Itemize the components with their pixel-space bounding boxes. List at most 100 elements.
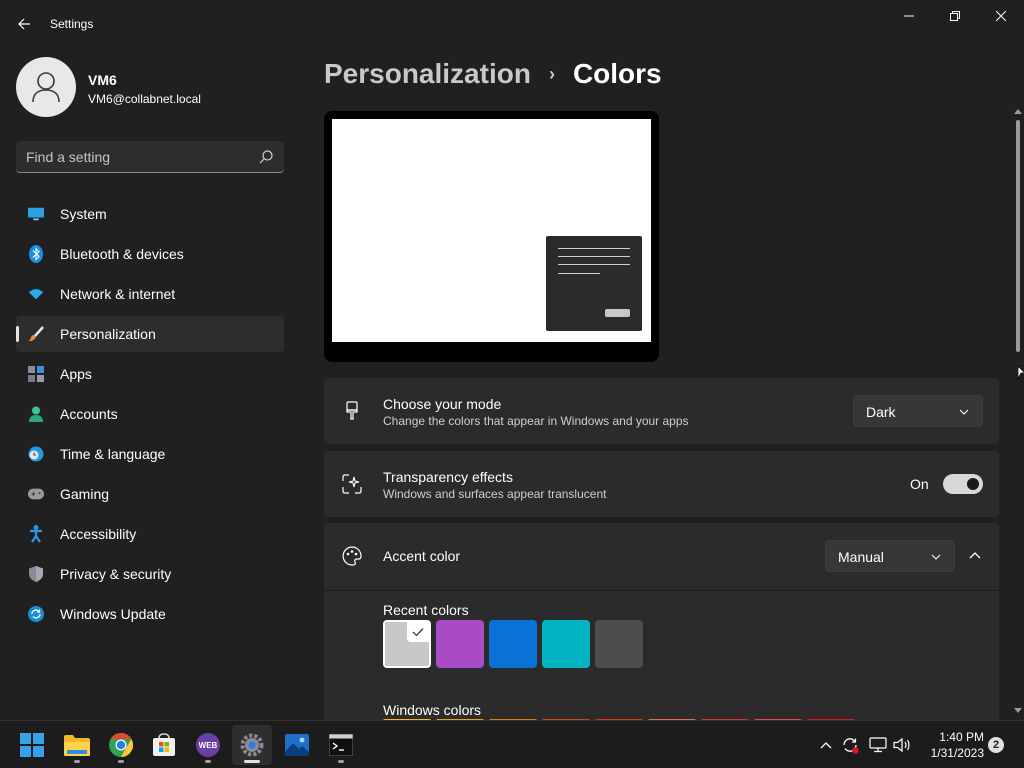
app-title: Settings [50, 17, 94, 31]
transparency-toggle[interactable] [943, 474, 983, 494]
sidebar-item-accessibility[interactable]: Accessibility [16, 516, 284, 552]
sidebar-item-label: Personalization [60, 326, 156, 342]
sidebar-item-accounts[interactable]: Accounts [16, 396, 284, 432]
scrollbar[interactable] [1012, 108, 1024, 720]
restore-button[interactable] [932, 0, 978, 32]
accent-expanded-body: Recent colors Windows colors [324, 590, 999, 721]
folder-icon [64, 735, 90, 756]
taskbar-chrome[interactable] [101, 725, 141, 765]
taskbar-settings[interactable] [232, 725, 272, 765]
taskbar-terminal[interactable] [321, 725, 361, 765]
apps-icon [28, 366, 44, 382]
collapse-button[interactable] [959, 540, 991, 572]
store-icon [153, 733, 175, 756]
minimize-icon [904, 15, 914, 17]
taskbar-webex[interactable]: WEB [188, 725, 228, 765]
taskbar: WEB 1:40 PM 1/31/2023 2 [0, 720, 1024, 768]
accent-value: Manual [838, 549, 884, 565]
restore-icon [950, 11, 960, 21]
accent-title: Accent color [383, 548, 461, 564]
transparency-card: Transparency effects Windows and surface… [324, 451, 999, 517]
taskbar-file-explorer[interactable] [57, 725, 97, 765]
terminal-icon [329, 734, 353, 756]
sidebar-item-time-language[interactable]: Time & language [16, 436, 284, 472]
gear-icon [240, 733, 264, 757]
mode-description: Change the colors that appear in Windows… [383, 414, 689, 428]
chevron-right-icon: › [548, 63, 555, 84]
sidebar-item-label: Privacy & security [60, 566, 172, 582]
sidebar-item-windows-update[interactable]: Windows Update [16, 596, 284, 632]
transparency-description: Windows and surfaces appear translucent [383, 487, 607, 501]
paintbrush-icon [28, 326, 44, 342]
network-icon[interactable] [868, 735, 888, 755]
sidebar-item-label: Windows Update [60, 606, 166, 622]
volume-icon[interactable] [892, 735, 912, 755]
palette-icon [342, 546, 362, 566]
person-icon [28, 406, 44, 422]
photos-icon [285, 734, 309, 756]
preview-button [605, 309, 630, 317]
recent-color-swatch[interactable] [489, 620, 537, 668]
sidebar-item-label: Network & internet [60, 286, 176, 302]
transparency-state-label: On [910, 476, 929, 492]
search-input[interactable] [26, 147, 246, 167]
sparkle-icon [342, 474, 362, 494]
recent-color-swatch[interactable] [595, 620, 643, 668]
person-icon [32, 72, 60, 103]
close-button[interactable] [978, 0, 1024, 32]
user-name: VM6 [88, 72, 117, 88]
paint-bucket-icon [342, 401, 362, 421]
recent-color-swatch[interactable] [542, 620, 590, 668]
bluetooth-icon [28, 245, 44, 263]
sidebar-item-personalization[interactable]: Personalization [16, 316, 284, 352]
sidebar-item-label: Accounts [60, 406, 118, 422]
breadcrumb: Personalization › Colors [324, 58, 662, 90]
scroll-up-arrow-icon[interactable] [1014, 108, 1022, 116]
sidebar-item-privacy[interactable]: Privacy & security [16, 556, 284, 592]
search-box[interactable] [16, 141, 284, 173]
scroll-thumb[interactable] [1016, 120, 1020, 352]
sidebar-item-system[interactable]: System [16, 196, 284, 232]
monitor-icon [28, 206, 44, 222]
title-bar: Settings [0, 0, 1024, 48]
taskbar-photos[interactable] [277, 725, 317, 765]
mouse-cursor-icon [1018, 366, 1024, 380]
gamepad-icon [28, 486, 44, 502]
webex-icon-text: WEB [198, 740, 218, 750]
sidebar-item-label: Time & language [60, 446, 166, 462]
clock[interactable]: 1:40 PM 1/31/2023 [914, 729, 984, 761]
breadcrumb-parent[interactable]: Personalization [324, 58, 531, 90]
chevron-up-icon [969, 552, 981, 559]
wifi-icon [28, 286, 44, 302]
chrome-icon [109, 733, 133, 757]
shield-icon [28, 566, 44, 582]
minimize-button[interactable] [886, 0, 932, 32]
scroll-down-arrow-icon[interactable] [1014, 706, 1022, 714]
back-button[interactable] [12, 12, 36, 36]
mode-dropdown[interactable]: Dark [853, 395, 983, 427]
sidebar-item-bluetooth[interactable]: Bluetooth & devices [16, 236, 284, 272]
sidebar-item-label: Accessibility [60, 526, 137, 542]
running-indicator [338, 760, 344, 763]
sidebar-item-gaming[interactable]: Gaming [16, 476, 284, 512]
checkmark-icon [407, 622, 429, 642]
recent-color-swatch[interactable] [383, 620, 431, 668]
clock-time: 1:40 PM [939, 730, 984, 744]
sync-status-icon[interactable] [840, 735, 860, 755]
notification-badge[interactable]: 2 [988, 737, 1004, 753]
avatar[interactable] [16, 57, 76, 117]
running-indicator [74, 760, 80, 763]
webex-icon: WEB [196, 733, 220, 757]
running-indicator [118, 760, 124, 763]
recent-color-swatch[interactable] [436, 620, 484, 668]
taskbar-microsoft-store[interactable] [144, 725, 184, 765]
sidebar-item-network[interactable]: Network & internet [16, 276, 284, 312]
search-icon[interactable] [258, 149, 274, 165]
windows-colors-label: Windows colors [383, 702, 482, 718]
show-hidden-icons-button[interactable] [816, 735, 836, 755]
accent-dropdown[interactable]: Manual [825, 540, 955, 572]
start-button[interactable] [12, 725, 52, 765]
sidebar-nav: System Bluetooth & devices Network & int… [16, 196, 284, 636]
close-icon [996, 11, 1006, 21]
sidebar-item-apps[interactable]: Apps [16, 356, 284, 392]
